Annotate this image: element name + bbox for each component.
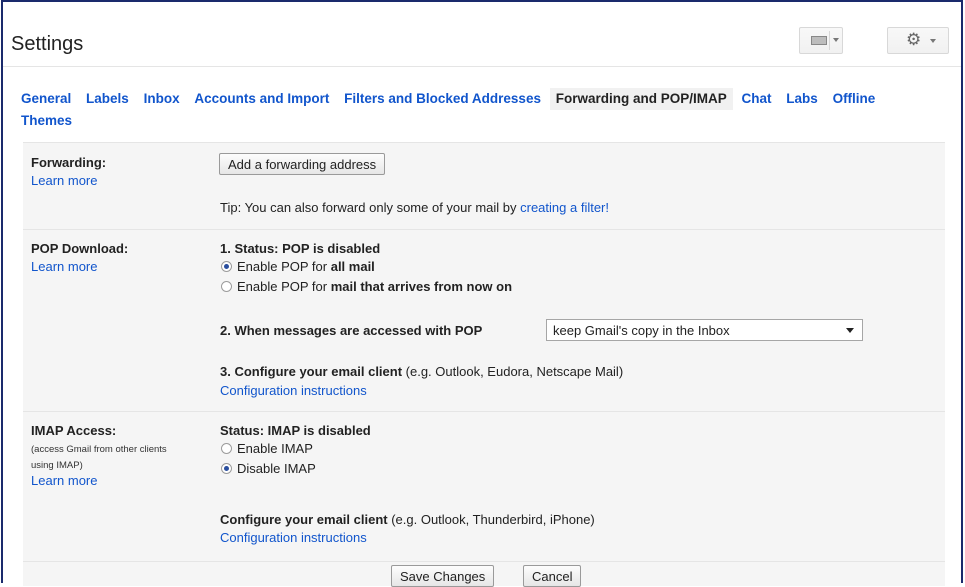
pop-when-accessed-label: 2. When messages are accessed with POP (220, 323, 483, 338)
tab-chat[interactable]: Chat (742, 88, 772, 110)
pop-from-now-bold: mail that arrives from now on (330, 279, 513, 294)
pop-all-mail-option[interactable]: Enable POP for all mail (221, 259, 375, 274)
button-divider (829, 31, 830, 50)
forwarding-section: Forwarding: Learn more Add a forwarding … (23, 143, 945, 230)
disable-imap-option[interactable]: Disable IMAP (221, 461, 316, 476)
pop-configure-rest: (e.g. Outlook, Eudora, Netscape Mail) (402, 364, 624, 379)
pop-action-selected-value: keep Gmail's copy in the Inbox (553, 323, 730, 338)
pop-all-mail-radio[interactable] (221, 261, 232, 272)
add-forwarding-address-button[interactable]: Add a forwarding address (219, 153, 386, 175)
creating-filter-link[interactable]: creating a filter! (520, 200, 609, 215)
tab-labs[interactable]: Labs (786, 88, 818, 110)
pop-from-now-option[interactable]: Enable POP for mail that arrives from no… (221, 279, 512, 294)
disable-imap-radio[interactable] (221, 463, 232, 474)
enable-imap-radio[interactable] (221, 443, 232, 454)
settings-panel: Forwarding: Learn more Add a forwarding … (23, 142, 945, 587)
settings-tabs: General Labels Inbox Accounts and Import… (21, 88, 951, 132)
pop-from-now-prefix: Enable POP for (237, 279, 331, 294)
forwarding-learn-more-link[interactable]: Learn more (31, 173, 97, 188)
header-bar: Settings ⚙ (3, 2, 961, 67)
disable-imap-label: Disable IMAP (237, 461, 316, 476)
action-buttons: Save Changes Cancel (23, 561, 945, 587)
tab-general[interactable]: General (21, 88, 71, 110)
imap-subtext-line2: using IMAP) (31, 460, 83, 471)
chevron-down-icon (930, 39, 936, 43)
imap-access-label: IMAP Access: (31, 423, 117, 438)
input-tools-button[interactable] (799, 27, 843, 54)
imap-configure-text: Configure your email client (e.g. Outloo… (220, 512, 595, 527)
tab-accounts-and-import[interactable]: Accounts and Import (194, 88, 329, 110)
pop-action-select[interactable]: keep Gmail's copy in the Inbox (546, 319, 863, 341)
forwarding-label: Forwarding: (31, 155, 107, 170)
imap-status: Status: IMAP is disabled (220, 423, 371, 438)
tab-filters-and-blocked-addresses[interactable]: Filters and Blocked Addresses (344, 88, 541, 110)
imap-configuration-instructions-link[interactable]: Configuration instructions (220, 530, 367, 545)
imap-configure-rest: (e.g. Outlook, Thunderbird, iPhone) (387, 512, 595, 527)
tab-inbox[interactable]: Inbox (144, 88, 180, 110)
pop-configure-text: 3. Configure your email client (e.g. Out… (220, 364, 623, 379)
chevron-down-icon (833, 38, 839, 42)
forwarding-tip: Tip: You can also forward only some of y… (220, 200, 609, 215)
settings-menu-button[interactable]: ⚙ (887, 27, 949, 54)
imap-subtext-line1: (access Gmail from other clients (31, 444, 167, 455)
pop-status: 1. Status: POP is disabled (220, 241, 381, 256)
imap-access-section: IMAP Access: (access Gmail from other cl… (23, 411, 945, 562)
pop-all-mail-bold: all mail (330, 259, 375, 274)
tab-forwarding-and-pop-imap[interactable]: Forwarding and POP/IMAP (549, 88, 733, 110)
pop-from-now-radio[interactable] (221, 281, 232, 292)
cancel-button[interactable]: Cancel (523, 565, 582, 587)
tab-offline[interactable]: Offline (833, 88, 876, 110)
pop-learn-more-link[interactable]: Learn more (31, 259, 97, 274)
pop-download-label: POP Download: (31, 241, 129, 256)
enable-imap-option[interactable]: Enable IMAP (221, 441, 313, 456)
forwarding-tip-text: Tip: You can also forward only some of y… (220, 200, 521, 215)
imap-configure-bold: Configure your email client (220, 512, 388, 527)
tab-themes[interactable]: Themes (21, 110, 72, 132)
pop-configuration-instructions-link[interactable]: Configuration instructions (220, 383, 367, 398)
save-changes-button[interactable]: Save Changes (391, 565, 495, 587)
tab-labels[interactable]: Labels (86, 88, 129, 110)
pop-all-mail-prefix: Enable POP for (237, 259, 331, 274)
enable-imap-label: Enable IMAP (237, 441, 313, 456)
settings-window: Settings ⚙ General Labels Inbox Accounts… (1, 0, 963, 587)
keyboard-icon (811, 36, 827, 45)
pop-configure-bold: 3. Configure your email client (220, 364, 403, 379)
pop-download-section: POP Download: Learn more 1. Status: POP … (23, 229, 945, 412)
imap-learn-more-link[interactable]: Learn more (31, 473, 97, 488)
dropdown-arrow-icon (846, 328, 854, 333)
gear-icon: ⚙ (906, 30, 922, 50)
page-title: Settings (11, 33, 84, 55)
